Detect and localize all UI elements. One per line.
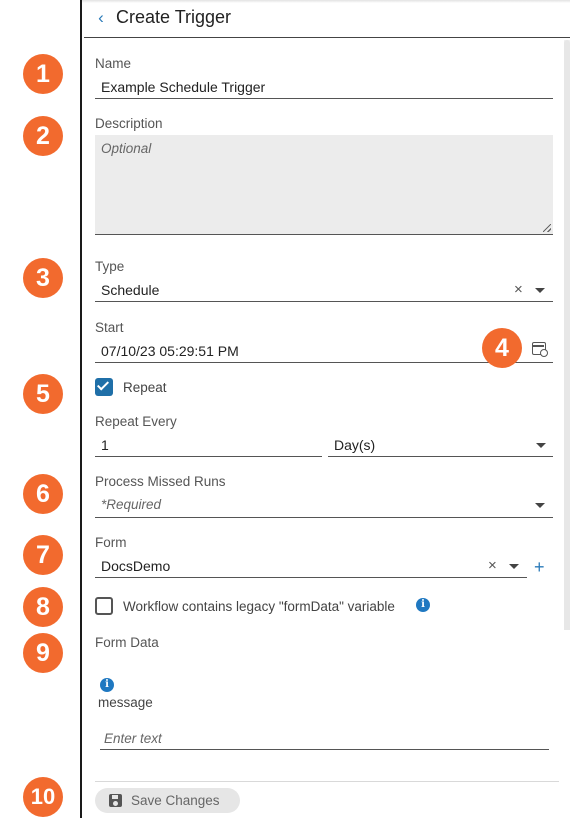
info-icon[interactable]: i bbox=[416, 598, 430, 612]
description-textarea[interactable]: Optional bbox=[95, 135, 553, 235]
footer-divider bbox=[95, 781, 559, 782]
chevron-down-icon[interactable] bbox=[509, 564, 519, 569]
form-select[interactable]: DocsDemo × bbox=[95, 553, 527, 578]
step-badge-9: 9 bbox=[23, 633, 63, 673]
form-data-label: Form Data bbox=[95, 635, 159, 650]
save-changes-label: Save Changes bbox=[131, 793, 220, 808]
repeat-label: Repeat bbox=[123, 380, 167, 395]
resize-handle-icon[interactable] bbox=[543, 224, 551, 232]
process-missed-runs-select[interactable]: *Required bbox=[95, 492, 553, 518]
repeat-every-label: Repeat Every bbox=[95, 414, 177, 429]
step-badge-7: 7 bbox=[23, 535, 63, 575]
name-label: Name bbox=[95, 56, 132, 71]
step-badge-3: 3 bbox=[23, 258, 63, 298]
chevron-down-icon[interactable] bbox=[536, 443, 546, 448]
name-value: Example Schedule Trigger bbox=[101, 79, 266, 95]
form-value: DocsDemo bbox=[101, 558, 171, 574]
chevron-down-icon[interactable] bbox=[535, 503, 545, 508]
step-badge-6: 6 bbox=[23, 474, 63, 514]
floppy-disk-icon bbox=[109, 794, 122, 807]
chevron-down-icon[interactable] bbox=[535, 288, 545, 293]
repeat-checkbox[interactable] bbox=[95, 378, 113, 396]
legacy-form-data-label: Workflow contains legacy "formData" vari… bbox=[123, 599, 395, 614]
message-label: message bbox=[98, 695, 153, 710]
clear-icon[interactable]: × bbox=[514, 282, 523, 298]
legacy-form-data-checkbox[interactable] bbox=[95, 597, 113, 615]
clock-icon bbox=[540, 349, 548, 357]
repeat-every-input[interactable]: 1 bbox=[95, 432, 322, 457]
step-badge-4: 4 bbox=[482, 328, 522, 368]
start-label: Start bbox=[95, 320, 124, 335]
form-data-section: Form Data i message Enter text bbox=[84, 630, 570, 780]
clear-icon[interactable]: × bbox=[488, 558, 497, 574]
form-label: Form bbox=[95, 535, 127, 550]
page-title: Create Trigger bbox=[116, 7, 232, 27]
add-form-plus-icon[interactable]: + bbox=[534, 558, 545, 576]
repeat-unit-value: Day(s) bbox=[334, 437, 376, 453]
message-input[interactable]: Enter text bbox=[100, 726, 549, 750]
save-changes-button[interactable]: Save Changes bbox=[95, 788, 240, 813]
info-icon[interactable]: i bbox=[100, 678, 114, 692]
type-select[interactable]: Schedule × bbox=[95, 277, 553, 302]
process-missed-runs-label: Process Missed Runs bbox=[95, 474, 226, 489]
description-placeholder: Optional bbox=[101, 141, 152, 156]
chevron-left-icon[interactable]: ‹ bbox=[93, 8, 109, 28]
step-badge-10: 10 bbox=[23, 777, 63, 817]
description-label: Description bbox=[95, 116, 163, 131]
repeat-unit-select[interactable]: Day(s) bbox=[328, 432, 553, 457]
step-badge-2: 2 bbox=[23, 116, 63, 156]
repeat-every-value: 1 bbox=[101, 437, 109, 453]
name-input[interactable]: Example Schedule Trigger bbox=[95, 74, 553, 99]
type-label: Type bbox=[95, 259, 125, 274]
step-badge-8: 8 bbox=[23, 587, 63, 627]
panel-header: ‹ Create Trigger bbox=[84, 0, 570, 38]
create-trigger-panel: ‹ Create Trigger Name Example Schedule T… bbox=[84, 0, 570, 818]
message-placeholder: Enter text bbox=[104, 731, 162, 746]
type-value: Schedule bbox=[101, 282, 160, 298]
check-icon bbox=[96, 378, 110, 391]
step-badge-1: 1 bbox=[23, 54, 63, 94]
step-badge-5: 5 bbox=[23, 374, 63, 414]
start-value: 07/10/23 05:29:51 PM bbox=[101, 343, 239, 359]
process-missed-runs-placeholder: *Required bbox=[101, 497, 162, 512]
